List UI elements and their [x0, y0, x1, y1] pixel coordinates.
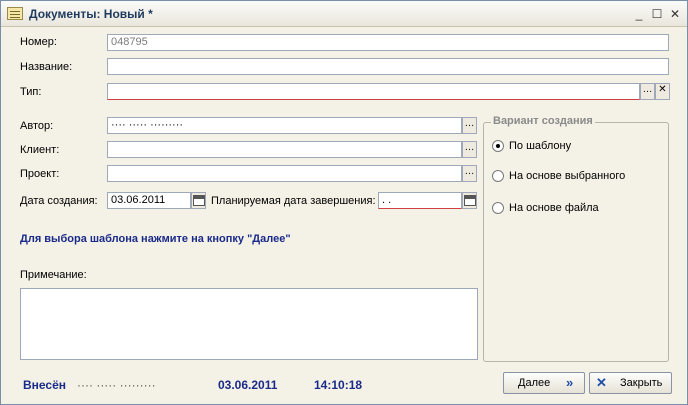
entered-label: Внесён: [23, 378, 67, 392]
variant-label-file[interactable]: На основе файла: [509, 202, 599, 214]
client-select-button[interactable]: …: [462, 141, 477, 158]
name-field[interactable]: [107, 58, 669, 75]
planned-date-field[interactable]: . .: [378, 192, 462, 209]
type-field[interactable]: [107, 83, 640, 100]
variant-label-selected[interactable]: На основе выбранного: [509, 170, 625, 182]
double-arrow-right-icon: »: [566, 375, 574, 390]
author-field[interactable]: ···· ····· ·········: [107, 117, 462, 134]
document-icon: [7, 7, 23, 20]
created-date-calendar-button[interactable]: [191, 192, 206, 209]
calendar-icon: [193, 195, 205, 206]
note-textarea[interactable]: [20, 288, 478, 360]
note-label: Примечание:: [20, 269, 87, 281]
entered-date: 03.06.2011: [218, 378, 278, 392]
entered-time: 14:10:18: [314, 378, 363, 392]
number-label: Номер:: [20, 36, 57, 48]
next-button[interactable]: Далее »: [503, 372, 585, 394]
document-window: Документы: Новый * _ ☐ ✕ Номер: 048795 Н…: [0, 0, 688, 405]
template-hint: Для выбора шаблона нажмите на кнопку "Да…: [20, 233, 291, 245]
number-field[interactable]: 048795: [107, 34, 669, 51]
variant-radio-selected[interactable]: [492, 170, 504, 182]
calendar-icon: [464, 195, 476, 206]
close-x-icon: ✕: [596, 375, 607, 390]
title-bar[interactable]: Документы: Новый * _ ☐ ✕: [1, 1, 687, 27]
variant-label-template[interactable]: По шаблону: [509, 140, 571, 152]
close-icon[interactable]: ✕: [667, 7, 683, 22]
created-date-label: Дата создания:: [20, 195, 98, 207]
entered-by: ···· ····· ·········: [77, 378, 156, 392]
planned-date-label: Планируемая дата завершения:: [211, 195, 376, 207]
creation-variant-group: [483, 122, 669, 362]
minimize-icon[interactable]: _: [631, 7, 647, 22]
client-label: Клиент:: [20, 144, 60, 156]
project-field[interactable]: [107, 165, 462, 182]
type-clear-button[interactable]: ✕: [655, 83, 670, 100]
created-date-field[interactable]: 03.06.2011: [107, 192, 191, 209]
variant-radio-file[interactable]: [492, 202, 504, 214]
close-button-label: Закрыть: [620, 377, 663, 389]
variant-radio-template[interactable]: [492, 140, 504, 152]
name-label: Название:: [20, 61, 73, 73]
planned-date-calendar-button[interactable]: [462, 192, 477, 209]
creation-variant-title: Вариант создания: [491, 115, 595, 127]
project-label: Проект:: [20, 168, 60, 180]
client-field[interactable]: [107, 141, 462, 158]
author-label: Автор:: [20, 120, 54, 132]
author-select-button[interactable]: …: [462, 117, 477, 134]
project-select-button[interactable]: …: [462, 165, 477, 182]
close-button[interactable]: ✕ Закрыть: [589, 372, 672, 394]
type-label: Тип:: [20, 86, 42, 98]
type-select-button[interactable]: …: [640, 83, 655, 100]
next-button-label: Далее: [518, 377, 551, 389]
window-title: Документы: Новый *: [29, 7, 153, 21]
maximize-icon[interactable]: ☐: [649, 7, 665, 22]
